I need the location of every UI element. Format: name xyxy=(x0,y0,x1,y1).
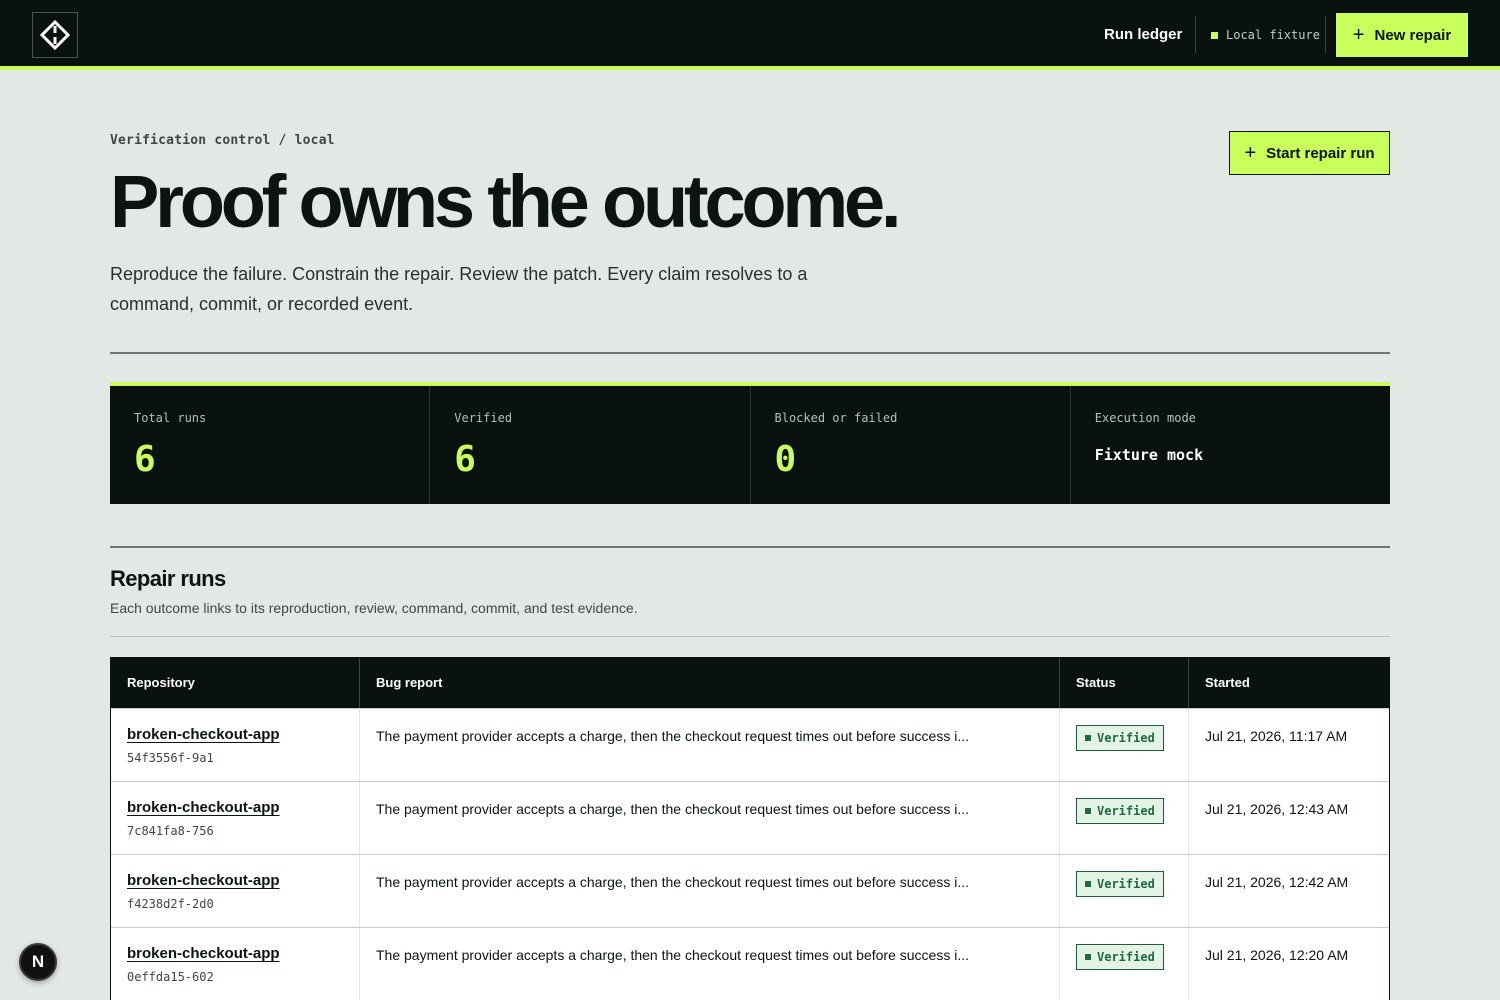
cell-bug-report: The payment provider accepts a charge, t… xyxy=(360,782,1060,854)
stat-total-runs: Total runs 6 xyxy=(110,386,431,504)
bug-report-text: The payment provider accepts a charge, t… xyxy=(376,801,969,817)
started-time: Jul 21, 2026, 12:20 AM xyxy=(1205,947,1349,963)
started-time: Jul 21, 2026, 12:42 AM xyxy=(1205,874,1349,890)
stat-value: 0 xyxy=(774,439,797,480)
column-header-status: Status xyxy=(1060,658,1189,708)
status-label: Verified xyxy=(1097,804,1155,818)
run-id: 0effda15-602 xyxy=(127,970,214,984)
repository-link[interactable]: broken-checkout-app xyxy=(127,799,280,816)
cell-repository: broken-checkout-app 0effda15-602 xyxy=(111,928,360,1000)
bug-report-text: The payment provider accepts a charge, t… xyxy=(376,947,969,963)
divider xyxy=(110,546,1390,548)
status-label: Verified xyxy=(1097,877,1155,891)
cell-status: Verified xyxy=(1060,928,1189,1000)
breadcrumb: Verification control / local xyxy=(110,133,335,148)
start-repair-run-label: Start repair run xyxy=(1266,144,1375,162)
stat-value: 6 xyxy=(454,439,476,480)
started-time: Jul 21, 2026, 11:17 AM xyxy=(1205,728,1348,744)
repository-link[interactable]: broken-checkout-app xyxy=(127,872,280,889)
cell-bug-report: The payment provider accepts a charge, t… xyxy=(360,928,1060,1000)
mode-label: Local fixture xyxy=(1226,28,1320,42)
new-repair-label: New repair xyxy=(1374,26,1452,44)
status-dot-icon xyxy=(1085,808,1091,814)
run-id: f4238d2f-2d0 xyxy=(127,897,214,911)
status-dot-icon xyxy=(1085,954,1091,960)
cell-started: Jul 21, 2026, 12:20 AM xyxy=(1189,928,1389,1000)
column-header-started: Started xyxy=(1205,675,1250,690)
stat-blocked-failed: Blocked or failed 0 xyxy=(751,386,1071,504)
start-repair-run-button[interactable]: + Start repair run xyxy=(1229,131,1390,175)
logo-icon xyxy=(40,20,70,50)
new-repair-button[interactable]: + New repair xyxy=(1336,13,1468,57)
status-badge: Verified xyxy=(1076,725,1164,751)
nav-run-ledger[interactable]: Run ledger xyxy=(1104,26,1182,44)
page-description: Reproduce the failure. Constrain the rep… xyxy=(110,264,808,314)
top-bar: Run ledger Local fixture + New repair xyxy=(0,0,1500,70)
status-square-icon xyxy=(1211,31,1218,39)
section-subtitle: Each outcome links to its reproduction, … xyxy=(110,600,638,616)
status-label: Verified xyxy=(1097,731,1155,745)
repair-runs-table: Repository Bug report Status Started bro… xyxy=(110,657,1390,1000)
repository-link[interactable]: broken-checkout-app xyxy=(127,945,280,962)
run-id: 7c841fa8-756 xyxy=(127,824,214,838)
page-title: Proof owns the outcome. xyxy=(110,160,902,243)
status-dot-icon xyxy=(1085,881,1091,887)
cell-bug-report: The payment provider accepts a charge, t… xyxy=(360,855,1060,927)
section-title: Repair runs xyxy=(110,566,226,591)
nav-divider xyxy=(1195,16,1196,53)
stat-label: Verified xyxy=(454,411,513,425)
cell-started: Jul 21, 2026, 11:17 AM xyxy=(1189,709,1389,781)
plus-icon: + xyxy=(1352,24,1365,46)
cell-status: Verified xyxy=(1060,782,1189,854)
run-id: 54f3556f-9a1 xyxy=(127,751,214,765)
stat-execution-mode: Execution mode Fixture mock xyxy=(1071,386,1390,504)
started-time: Jul 21, 2026, 12:43 AM xyxy=(1205,801,1349,817)
cell-repository: broken-checkout-app f4238d2f-2d0 xyxy=(111,855,360,927)
dev-tools-button[interactable]: N xyxy=(19,943,57,981)
table-row[interactable]: broken-checkout-app 7c841fa8-756 The pay… xyxy=(111,781,1389,854)
cell-status: Verified xyxy=(1060,709,1189,781)
status-label: Verified xyxy=(1097,950,1155,964)
stat-label: Execution mode xyxy=(1094,411,1196,425)
cell-bug-report: The payment provider accepts a charge, t… xyxy=(360,709,1060,781)
stat-value: Fixture mock xyxy=(1094,446,1204,464)
cell-status: Verified xyxy=(1060,855,1189,927)
mode-indicator: Local fixture xyxy=(1211,27,1320,43)
column-header-bug-report: Bug report xyxy=(360,658,1060,708)
status-badge: Verified xyxy=(1076,798,1164,824)
stat-label: Total runs xyxy=(134,411,207,425)
divider xyxy=(110,636,1390,637)
status-badge: Verified xyxy=(1076,944,1164,970)
table-row[interactable]: broken-checkout-app f4238d2f-2d0 The pay… xyxy=(111,854,1389,927)
stat-label: Blocked or failed xyxy=(774,411,898,425)
stat-value: 6 xyxy=(134,439,156,480)
table-row[interactable]: broken-checkout-app 0effda15-602 The pay… xyxy=(111,927,1389,1000)
table-row[interactable]: broken-checkout-app 54f3556f-9a1 The pay… xyxy=(111,708,1389,781)
cell-repository: broken-checkout-app 54f3556f-9a1 xyxy=(111,709,360,781)
logo[interactable] xyxy=(32,12,78,58)
cell-started: Jul 21, 2026, 12:43 AM xyxy=(1189,782,1389,854)
stats-panel: Total runs 6 Verified 6 Blocked or faile… xyxy=(110,382,1390,504)
column-header-repository: Repository xyxy=(111,658,360,708)
bug-report-text: The payment provider accepts a charge, t… xyxy=(376,874,969,890)
cell-started: Jul 21, 2026, 12:42 AM xyxy=(1189,855,1389,927)
plus-icon: + xyxy=(1244,142,1257,164)
status-dot-icon xyxy=(1085,735,1091,741)
bug-report-text: The payment provider accepts a charge, t… xyxy=(376,728,969,744)
status-badge: Verified xyxy=(1076,871,1164,897)
table-header: Repository Bug report Status Started xyxy=(111,658,1389,708)
stat-verified: Verified 6 xyxy=(430,386,751,504)
cell-repository: broken-checkout-app 7c841fa8-756 xyxy=(111,782,360,854)
divider xyxy=(110,352,1390,354)
nav-divider xyxy=(1325,16,1326,53)
repository-link[interactable]: broken-checkout-app xyxy=(127,726,280,743)
